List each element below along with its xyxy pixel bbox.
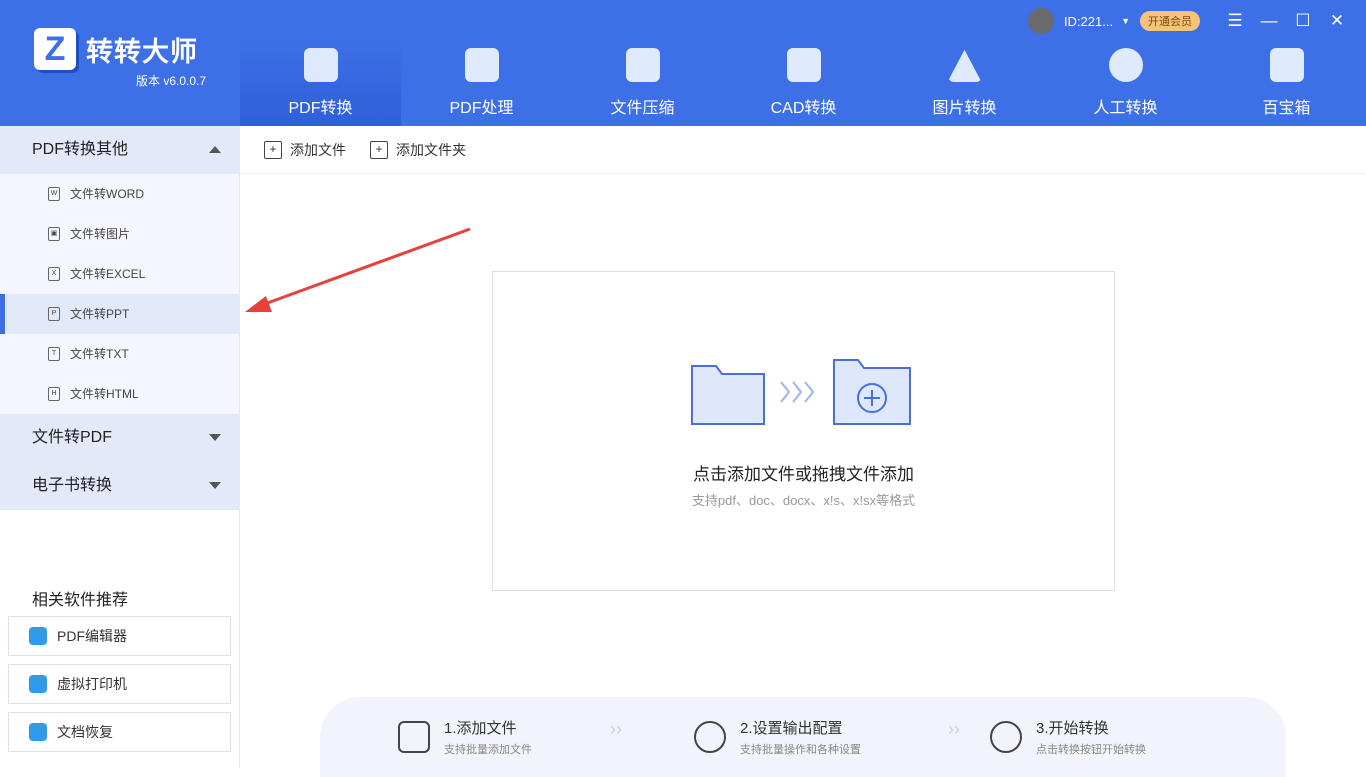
sidebar-section-ebook[interactable]: 电子书转换 [0, 462, 239, 510]
step-desc: 点击转换按钮开始转换 [1036, 744, 1146, 756]
section-label: 电子书转换 [32, 477, 113, 494]
sidebar-item-ppt[interactable]: P 文件转PPT [0, 294, 239, 334]
tab-toolbox[interactable]: 百宝箱 [1206, 40, 1366, 126]
add-folder-icon: + [370, 140, 388, 159]
chevron-up-icon [209, 146, 221, 153]
tab-pdf-process[interactable]: PDF处理 [401, 40, 562, 126]
app-name: 转转大师 [86, 36, 198, 67]
avatar[interactable] [1027, 8, 1054, 34]
item-label: 文件转图片 [70, 227, 131, 241]
app-logo: Z 转转大师 [34, 28, 198, 70]
related-virtual-printer[interactable]: 虚拟打印机 [8, 664, 231, 704]
chevron-right-icon: ›› [610, 719, 622, 739]
logo-icon: Z [34, 28, 76, 70]
toolbox-icon [1269, 48, 1304, 82]
settings-icon [694, 721, 726, 753]
step-title: 2.设置输出配置 [740, 720, 843, 737]
chevron-right-icon: ›› [948, 719, 960, 739]
tab-label: CAD转换 [770, 100, 837, 117]
step-settings: 2.设置输出配置支持批量操作和各种设置 [694, 717, 990, 757]
excel-file-icon: X [48, 267, 60, 281]
sidebar: PDF转换其他 W 文件转WORD ▣ 文件转图片 X 文件转EXCEL P 文件转PP… [0, 126, 240, 768]
tab-label: 图片转换 [932, 100, 997, 117]
app-version: 版本 v6.0.0.7 [136, 74, 207, 88]
tab-label: PDF处理 [449, 100, 514, 117]
folder-transfer-icon [691, 359, 911, 425]
drop-title: 点击添加文件或拖拽文件添加 [693, 465, 914, 484]
sidebar-section-pdf-other[interactable]: PDF转换其他 [0, 126, 239, 174]
header: Z 转转大师 版本 v6.0.0.7 PDF转换 PDF处理 文件压缩 CAD转… [0, 0, 1366, 126]
steps-bar: 1.添加文件支持批量添加文件 2.设置输出配置支持批量操作和各种设置 3.开始转… [320, 697, 1286, 777]
step-title: 1.添加文件 [444, 720, 517, 737]
step-desc: 支持批量操作和各种设置 [740, 744, 861, 756]
chevron-down-icon[interactable]: ▼ [1121, 16, 1130, 26]
related-label: PDF编辑器 [57, 628, 127, 644]
recovery-icon [29, 723, 47, 741]
convert-icon [990, 721, 1022, 753]
section-label: PDF转换其他 [32, 141, 129, 158]
sidebar-item-word[interactable]: W 文件转WORD [0, 174, 239, 214]
chevron-down-icon [209, 434, 221, 441]
sidebar-item-html[interactable]: H 文件转HTML [0, 374, 239, 414]
toolbar: + 添加文件 + 添加文件夹 [240, 126, 1366, 174]
tab-cad[interactable]: CAD转换 [723, 40, 884, 126]
maximize-icon[interactable]: ☐ [1288, 11, 1318, 31]
html-file-icon: H [48, 387, 60, 401]
user-id[interactable]: ID:221... [1064, 14, 1113, 29]
button-label: 添加文件夹 [396, 141, 466, 158]
add-folder-button[interactable]: + 添加文件夹 [370, 140, 466, 160]
window-controls: ID:221... ▼ 开通会员 ☰ — ☐ ✕ [1027, 8, 1366, 34]
step-convert: 3.开始转换点击转换按钮开始转换 [990, 717, 1286, 757]
image-icon [947, 49, 982, 82]
word-file-icon: W [48, 187, 60, 201]
tab-label: 百宝箱 [1262, 100, 1311, 117]
sidebar-item-txt[interactable]: T 文件转TXT [0, 334, 239, 374]
item-label: 文件转TXT [70, 347, 129, 361]
section-label: 文件转PDF [32, 429, 113, 446]
vip-button[interactable]: 开通会员 [1140, 11, 1200, 31]
related-doc-recovery[interactable]: 文档恢复 [8, 712, 231, 752]
tab-image[interactable]: 图片转换 [884, 40, 1045, 126]
zip-icon [625, 48, 660, 82]
item-label: 文件转WORD [70, 187, 144, 201]
chat-icon [1108, 48, 1143, 82]
button-label: 添加文件 [290, 141, 346, 158]
related-title: 相关软件推荐 [32, 592, 129, 609]
sidebar-section-to-pdf[interactable]: 文件转PDF [0, 414, 239, 462]
folder-icon [398, 721, 430, 753]
tab-label: 文件压缩 [610, 100, 675, 117]
txt-file-icon: T [48, 347, 60, 361]
drop-subtitle: 支持pdf、doc、docx、x!s、x!sx等格式 [691, 493, 916, 508]
close-icon[interactable]: ✕ [1322, 11, 1352, 31]
related-pdf-editor[interactable]: PDF编辑器 [8, 616, 231, 656]
pdf-editor-icon [29, 627, 47, 645]
tab-compress[interactable]: 文件压缩 [562, 40, 723, 126]
pdf-process-icon [464, 48, 499, 82]
step-title: 3.开始转换 [1036, 720, 1109, 737]
step-add-file: 1.添加文件支持批量添加文件 [398, 717, 694, 757]
sidebar-item-excel[interactable]: X 文件转EXCEL [0, 254, 239, 294]
minimize-icon[interactable]: — [1254, 11, 1284, 31]
menu-icon[interactable]: ☰ [1220, 11, 1250, 31]
printer-icon [29, 675, 47, 693]
add-file-button[interactable]: + 添加文件 [264, 140, 346, 160]
tab-label: PDF转换 [288, 100, 353, 117]
sidebar-item-image[interactable]: ▣ 文件转图片 [0, 214, 239, 254]
pdf-convert-icon [303, 48, 338, 82]
image-file-icon: ▣ [48, 227, 60, 241]
step-desc: 支持批量添加文件 [444, 744, 532, 756]
item-label: 文件转EXCEL [70, 267, 146, 281]
ppt-file-icon: P [48, 307, 60, 321]
cad-icon [786, 48, 821, 82]
tab-label: 人工转换 [1093, 100, 1158, 117]
related-label: 文档恢复 [57, 724, 113, 740]
tab-pdf-convert[interactable]: PDF转换 [240, 40, 401, 126]
chevron-down-icon [209, 482, 221, 489]
drop-zone[interactable]: 点击添加文件或拖拽文件添加 支持pdf、doc、docx、x!s、x!sx等格式 [492, 271, 1115, 591]
add-file-icon: + [264, 140, 282, 159]
related-label: 虚拟打印机 [57, 676, 127, 692]
tab-manual[interactable]: 人工转换 [1045, 40, 1206, 126]
item-label: 文件转HTML [70, 387, 139, 401]
item-label: 文件转PPT [70, 307, 130, 321]
